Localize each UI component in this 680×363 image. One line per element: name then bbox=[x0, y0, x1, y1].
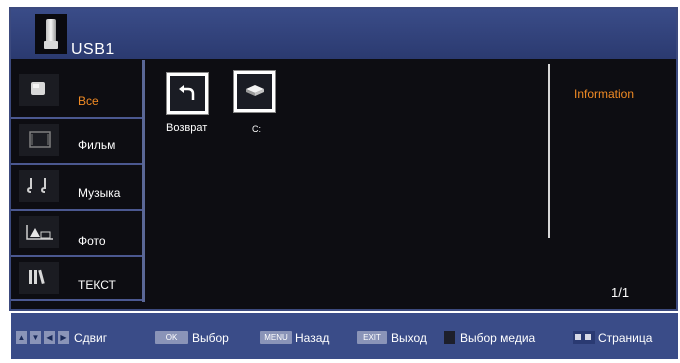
page-indicator: 1/1 bbox=[611, 285, 630, 300]
books-icon bbox=[19, 262, 59, 294]
usb-drive-icon bbox=[35, 14, 67, 54]
drive-item-label: C: bbox=[252, 124, 261, 134]
sidebar-item-film[interactable]: Фильм bbox=[11, 122, 145, 162]
sidebar: Все Фильм Музыка Фото ТЕКСТ bbox=[11, 62, 145, 302]
sidebar-divider bbox=[11, 299, 145, 301]
sidebar-divider bbox=[11, 163, 145, 165]
arrow-down-key-icon: ▼ bbox=[30, 331, 41, 344]
sidebar-item-label: Фильм bbox=[78, 138, 116, 152]
back-item[interactable] bbox=[166, 72, 209, 115]
sidebar-item-label: Музыка bbox=[78, 186, 121, 200]
arrow-left-key-icon: ◀ bbox=[44, 331, 55, 344]
sidebar-item-label: ТЕКСТ bbox=[78, 278, 116, 292]
film-icon bbox=[19, 124, 59, 156]
page-title: USB1 bbox=[71, 41, 115, 58]
sidebar-divider bbox=[11, 255, 145, 257]
menu-key-icon: MENU bbox=[260, 331, 292, 344]
sidebar-divider bbox=[11, 209, 145, 211]
photo-icon bbox=[19, 216, 59, 248]
sidebar-item-photo[interactable]: Фото bbox=[11, 214, 145, 254]
music-icon bbox=[19, 170, 59, 202]
hint-move: Сдвиг bbox=[74, 331, 108, 345]
all-files-icon bbox=[19, 74, 59, 106]
sidebar-item-text[interactable]: ТЕКСТ bbox=[11, 260, 145, 300]
page-keys-icon bbox=[573, 331, 595, 344]
info-divider bbox=[548, 64, 550, 238]
drive-icon bbox=[237, 74, 272, 109]
hint-select: Выбор bbox=[192, 331, 229, 345]
sidebar-item-label: Все bbox=[78, 94, 99, 108]
sidebar-divider bbox=[11, 117, 145, 119]
sidebar-item-label: Фото bbox=[78, 234, 106, 248]
hint-exit: Выход bbox=[391, 331, 427, 345]
screen: USB1 Все Фильм Музыка Фото ТЕКСТ Возврат… bbox=[0, 0, 680, 363]
drive-item[interactable] bbox=[233, 70, 276, 113]
ok-key-icon: OK bbox=[155, 331, 188, 344]
hint-page: Страница bbox=[598, 331, 653, 345]
sidebar-border bbox=[142, 60, 145, 302]
back-item-label: Возврат bbox=[166, 122, 208, 134]
arrow-right-key-icon: ▶ bbox=[58, 331, 69, 344]
media-key-icon bbox=[444, 331, 455, 344]
exit-key-icon: EXIT bbox=[357, 331, 387, 344]
sidebar-item-music[interactable]: Музыка bbox=[11, 168, 145, 208]
back-arrow-icon bbox=[170, 76, 205, 111]
arrow-up-key-icon: ▲ bbox=[16, 331, 27, 344]
hint-back: Назад bbox=[295, 331, 330, 345]
sidebar-item-all[interactable]: Все bbox=[11, 72, 145, 112]
info-title: Information bbox=[574, 87, 635, 101]
hint-media: Выбор медиа bbox=[460, 331, 536, 345]
